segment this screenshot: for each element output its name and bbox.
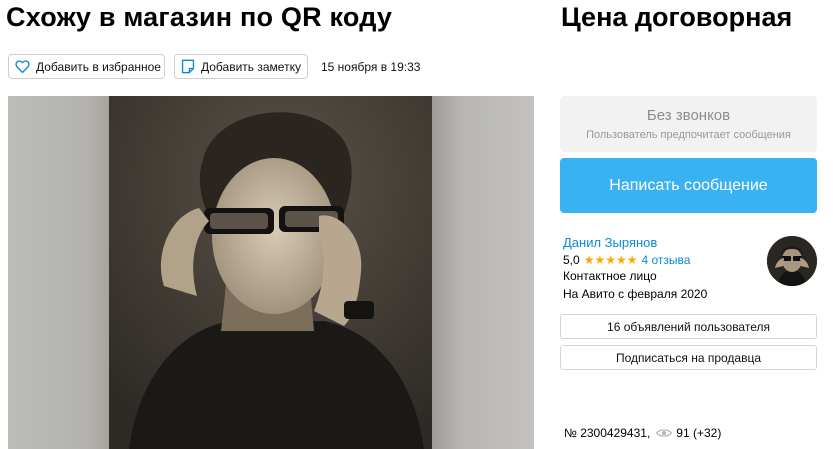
- avatar-portrait: [767, 236, 817, 286]
- heart-icon: [15, 60, 30, 73]
- seller-since: На Авито с февраля 2020: [563, 287, 708, 301]
- eye-icon: [656, 429, 673, 437]
- note-icon: [181, 59, 195, 74]
- gallery-blurred-edge: [430, 96, 534, 449]
- rating-stars: ★★★★★: [583, 253, 638, 267]
- reviews-link[interactable]: 4 отзыва: [641, 253, 690, 267]
- views-count: 91 (+32): [676, 426, 722, 440]
- seller-name-link[interactable]: Данил Зырянов: [563, 235, 657, 250]
- listing-meta: № 2300429431, 91 (+32): [564, 426, 721, 440]
- add-to-favorites-label: Добавить в избранное: [36, 59, 161, 74]
- listing-date: 15 ноября в 19:33: [321, 60, 421, 74]
- add-to-favorites-button[interactable]: Добавить в избранное: [8, 54, 165, 79]
- listing-title: Схожу в магазин по QR коду: [6, 2, 393, 32]
- subscribe-seller-button[interactable]: Подписаться на продавца: [560, 345, 817, 370]
- no-calls-heading: Без звонков: [646, 107, 731, 124]
- rating-value: 5,0: [563, 253, 580, 267]
- add-note-label: Добавить заметку: [201, 59, 301, 74]
- photo-gallery[interactable]: [8, 96, 534, 449]
- listing-id: № 2300429431,: [564, 426, 651, 440]
- contact-preference: Без звонков Пользователь предпочитает со…: [560, 96, 817, 152]
- seller-ads-button[interactable]: 16 объявлений пользователя: [560, 314, 817, 339]
- listing-price: Цена договорная: [561, 2, 793, 32]
- portrait-illustration: [109, 96, 432, 449]
- no-calls-subtitle: Пользователь предпочитает сообщения: [586, 129, 791, 141]
- add-note-button[interactable]: Добавить заметку: [174, 54, 308, 79]
- listing-photo[interactable]: [109, 96, 432, 449]
- write-message-button[interactable]: Написать сообщение: [560, 158, 817, 213]
- seller-avatar[interactable]: [767, 236, 817, 286]
- seller-type: Контактное лицо: [563, 269, 657, 283]
- seller-rating: 5,0 ★★★★★ 4 отзыва: [563, 253, 690, 267]
